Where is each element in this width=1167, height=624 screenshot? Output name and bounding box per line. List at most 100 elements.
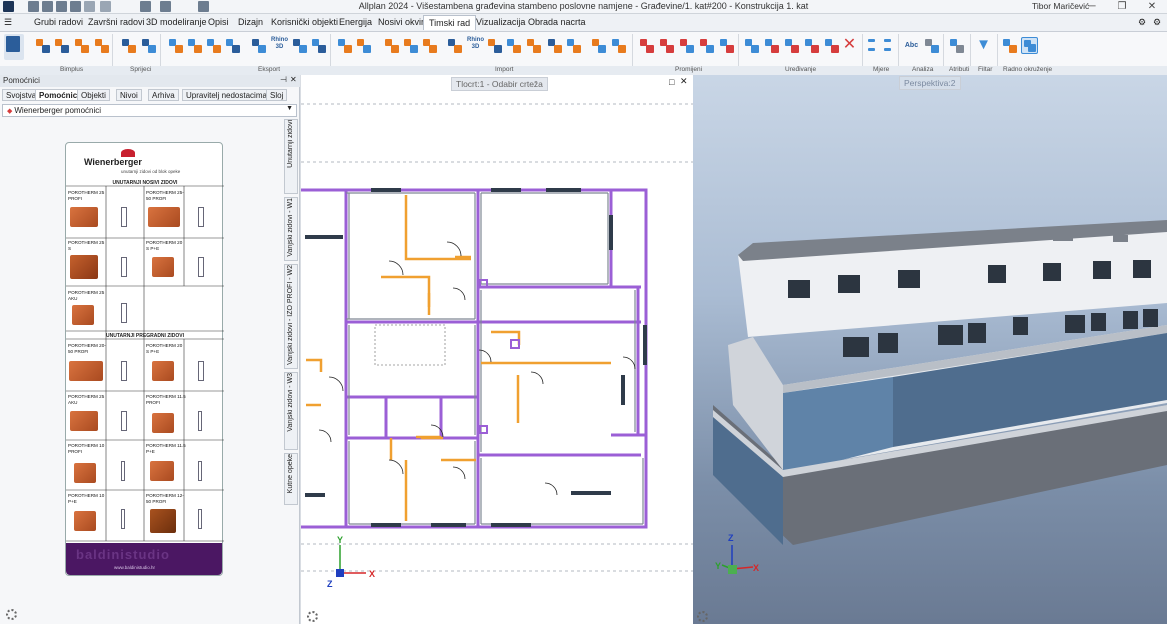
catalog-item[interactable]: POROTHERM 12-50 PROFI <box>146 493 186 504</box>
tab-upravitelj-nedostacima[interactable]: Upravitelj nedostacima <box>182 89 271 101</box>
import-skp-icon[interactable] <box>486 37 503 54</box>
text-tool-button[interactable]: Abc <box>903 37 920 54</box>
catalog-item[interactable]: POROTHERM 11.5 P+E <box>146 443 186 454</box>
import-cube-icon[interactable] <box>610 37 627 54</box>
import-ifc-icon[interactable] <box>336 37 353 54</box>
assistant-dropdown[interactable]: ◆ Wienerberger pomoćnici ▼ <box>2 104 297 117</box>
catalog-item[interactable]: POROTHERM 20 S P+E <box>146 240 186 251</box>
import-gis-icon[interactable] <box>546 37 563 54</box>
import-dwg-icon[interactable] <box>355 37 372 54</box>
tab-vizualizacija[interactable]: Vizualizacija <box>476 17 525 27</box>
align-icon[interactable] <box>763 37 780 54</box>
tab-timski-rad[interactable]: Timski rad <box>423 15 477 30</box>
catalog-item[interactable]: POROTHERM 20-50 PROFI <box>68 343 108 354</box>
close-button[interactable]: ✕ <box>1137 0 1167 14</box>
scale-icon[interactable] <box>823 37 840 54</box>
import-scan-icon[interactable] <box>421 37 438 54</box>
catalog-item[interactable]: POROTHERM 10 P+E <box>68 493 108 504</box>
vtab-unutarnji-zidovi[interactable]: Unutarnji zidovi <box>284 119 298 194</box>
import-survey-icon[interactable] <box>525 37 542 54</box>
tab-obrada-nacrta[interactable]: Obrada nacrta <box>528 17 586 27</box>
vtab-vanjski-zidovi-w1[interactable]: Vanjski zidovi - W1 <box>284 197 298 261</box>
export-web-icon[interactable] <box>310 37 327 54</box>
import-pdf-icon[interactable] <box>383 37 400 54</box>
export-image-icon[interactable] <box>224 37 241 54</box>
delete-icon[interactable]: ✕ <box>841 37 858 54</box>
filter-icon[interactable]: ▼ <box>975 37 992 54</box>
tab-objekti[interactable]: Objekti <box>77 89 110 101</box>
tab-dizajn[interactable]: Dizajn <box>238 17 263 27</box>
attributes-icon[interactable] <box>948 37 965 54</box>
import-grid-icon[interactable] <box>565 37 582 54</box>
vtab-kutne-opeke[interactable]: Kutne opeke <box>284 453 298 505</box>
save-snapshot-icon[interactable] <box>120 37 137 54</box>
report-icon[interactable] <box>923 37 940 54</box>
modify-stretch-icon[interactable] <box>658 37 675 54</box>
tab-energija[interactable]: Energija <box>339 17 372 27</box>
settings-icon[interactable]: ⚙ <box>1138 17 1146 28</box>
plan-viewport[interactable]: Tlocrt:1 - Odabir crteža □ ✕ Y X Z <box>301 75 693 624</box>
export-rhino-button[interactable]: Rhino 3D <box>271 37 288 54</box>
maximize-button[interactable]: ❐ <box>1107 0 1137 14</box>
catalog-item[interactable]: POROTHERM 25-50 PROFI <box>146 190 186 201</box>
dimension-height-icon[interactable] <box>866 46 883 54</box>
catalog-item[interactable]: POROTHERM 11.5 PROFI <box>146 394 186 405</box>
import-terrain-icon[interactable] <box>505 37 522 54</box>
bimplus-upload-icon[interactable] <box>34 37 51 54</box>
mirror-icon[interactable] <box>783 37 800 54</box>
hamburger-icon[interactable]: ☰ <box>4 17 12 28</box>
modify-join-icon[interactable] <box>718 37 735 54</box>
pin-icon[interactable]: ⊣ <box>280 75 287 84</box>
plan-settings-icon[interactable] <box>307 611 318 622</box>
catalog-item[interactable]: POROTHERM 20 S P+E <box>146 343 186 354</box>
tab-korisnicki-objekti[interactable]: Korisnički objekti <box>271 17 338 27</box>
tab-sloj[interactable]: Sloj <box>266 89 288 101</box>
group-promijeni-label: Promijeni <box>675 66 703 73</box>
palette-settings-icon[interactable] <box>6 609 17 620</box>
export-ifc-icon[interactable] <box>167 37 184 54</box>
bimplus-link-icon[interactable] <box>93 37 110 54</box>
import-points-icon[interactable] <box>590 37 607 54</box>
import-3d-icon[interactable] <box>446 37 463 54</box>
perspective-viewport[interactable]: Perspektiva:2 Z X Y <box>693 75 1167 624</box>
copy-icon[interactable] <box>743 37 760 54</box>
modify-offset-icon[interactable] <box>678 37 695 54</box>
tab-3d-modeliranje[interactable]: 3D modeliranje <box>146 17 207 27</box>
bimplus-sync-icon[interactable] <box>73 37 90 54</box>
minimize-button[interactable]: ─ <box>1077 0 1107 14</box>
move-icon[interactable] <box>803 37 820 54</box>
vtab-vanjski-zidovi-w2[interactable]: Vanjski zidovi - IZO PROFI - W2 <box>284 264 298 369</box>
layer-manager-icon[interactable] <box>4 34 24 60</box>
catalog-item[interactable]: POROTHERM 10 PROFI <box>68 443 108 454</box>
export-pdf-icon[interactable] <box>205 37 222 54</box>
close-palette-icon[interactable]: ✕ <box>290 75 297 84</box>
tab-grubi-radovi[interactable]: Grubi radovi <box>34 17 83 27</box>
dimension-area-icon[interactable] <box>882 46 899 54</box>
export-3d-icon[interactable] <box>250 37 267 54</box>
tab-arhiva[interactable]: Arhiva <box>148 89 179 101</box>
dimension-angle-icon[interactable] <box>882 37 899 45</box>
tab-nivoi[interactable]: Nivoi <box>116 89 142 101</box>
restore-snapshot-icon[interactable] <box>140 37 157 54</box>
import-rhino-button[interactable]: Rhino 3D <box>467 37 484 54</box>
group-filtar-label: Filtar <box>978 66 993 73</box>
export-bcf-icon[interactable] <box>291 37 308 54</box>
help-icon[interactable]: ⚙ <box>1153 17 1161 28</box>
catalog-item[interactable]: POROTHERM 25 PROFI <box>68 190 108 201</box>
modify-curve-icon[interactable] <box>698 37 715 54</box>
catalog-item[interactable]: POROTHERM 25 AKU <box>68 290 108 301</box>
tab-opisi[interactable]: Opisi <box>208 17 229 27</box>
tab-zavrsni-radovi[interactable]: Završni radovi <box>88 17 145 27</box>
export-dwg-icon[interactable] <box>186 37 203 54</box>
catalog-item[interactable]: POROTHERM 25 S <box>68 240 108 251</box>
modify-pen-icon[interactable] <box>638 37 655 54</box>
view3d-settings-icon[interactable] <box>697 611 708 622</box>
workspace-active-icon[interactable] <box>1021 37 1038 54</box>
import-image-icon[interactable] <box>402 37 419 54</box>
workplane-icon[interactable] <box>1001 37 1018 54</box>
vtab-vanjski-zidovi-w3[interactable]: Vanjski zidovi - W3 <box>284 372 298 450</box>
tab-nosivi-okvir[interactable]: Nosivi okvir <box>378 17 424 27</box>
catalog-item[interactable]: POROTHERM 25 AKU <box>68 394 108 405</box>
dimension-line-icon[interactable] <box>866 37 883 45</box>
bimplus-download-icon[interactable] <box>53 37 70 54</box>
